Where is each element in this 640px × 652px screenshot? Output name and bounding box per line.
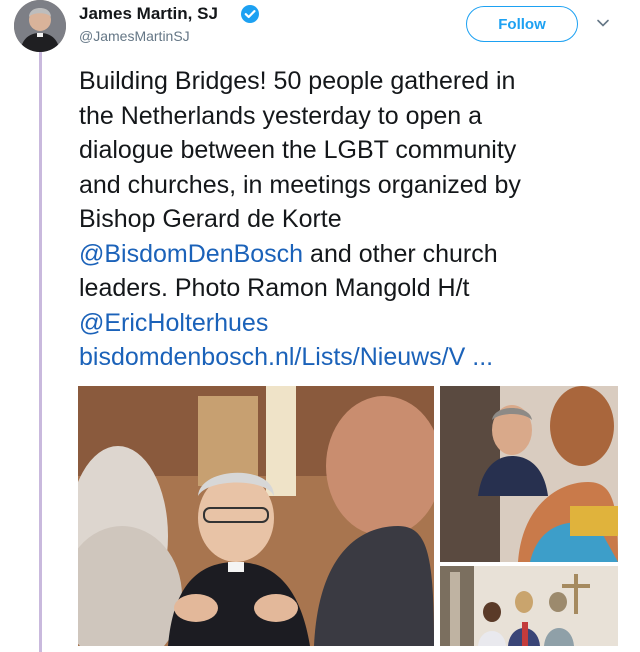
mention-link[interactable]: @BisdomDenBosch — [79, 240, 303, 268]
follow-button[interactable]: Follow — [466, 6, 578, 42]
tweet-line: dialogue between the LGBT community — [79, 136, 517, 164]
thread-line — [39, 52, 42, 652]
tweet-line: the Netherlands yesterday to open a — [79, 101, 483, 130]
photo-top-right[interactable] — [440, 386, 618, 562]
tweet-line-text: and other church — [303, 239, 498, 268]
photo-bottom-right[interactable] — [440, 566, 618, 646]
tweet-line: Bishop Gerard de Korte — [79, 205, 342, 233]
tweet-text: Building Bridges! 50 people gathered in … — [79, 64, 629, 375]
author-avatar[interactable] — [14, 0, 66, 52]
tweet-line: Building Bridges! 50 people gathered in — [79, 67, 516, 95]
photo-main[interactable] — [78, 386, 442, 646]
author-handle[interactable]: @JamesMartinSJ — [79, 28, 190, 44]
media-grid — [78, 386, 618, 646]
author-display-name[interactable]: James Martin, SJ — [79, 4, 218, 24]
avatar-photo — [14, 0, 66, 52]
url-ellipsis[interactable]: ... — [465, 343, 493, 371]
tweet-line: leaders. Photo Ramon Mangold H/t — [79, 274, 470, 302]
mention-link[interactable]: @EricHolterhues — [79, 309, 268, 337]
tweet-line: bisdomdenbosch.nl/Lists/Nieuws/V ... — [79, 340, 629, 375]
chevron-down-icon[interactable] — [594, 14, 612, 32]
tweet-line: @BisdomDenBosch and other church — [79, 237, 629, 272]
url-link[interactable]: bisdomdenbosch.nl/Lists/Nieuws/V — [79, 343, 465, 371]
tweet-line: and churches, in meetings organized by — [79, 170, 521, 199]
tweet-line: @EricHolterhues — [79, 306, 629, 341]
verified-badge-icon — [241, 5, 259, 23]
